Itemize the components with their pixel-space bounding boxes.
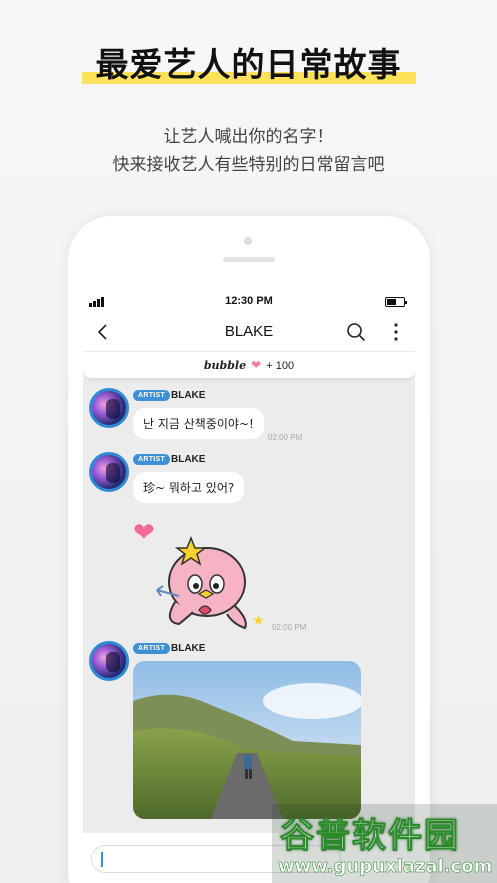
- promo-headline: 最爱艺人的日常故事: [81, 38, 416, 86]
- promo-subtitle-line2: 快来接收艺人有些特别的日常留言吧: [112, 155, 385, 175]
- star-icon: ★: [252, 612, 265, 628]
- more-vertical-icon[interactable]: [391, 322, 401, 342]
- artist-tag: ARTIST: [133, 390, 171, 401]
- chat-screen: 12:30 PM BLAKE bubble ❤ + 100 ARTIST BLA…: [83, 292, 415, 883]
- sender-name: BLAKE: [171, 390, 206, 401]
- promo-subtitle-line1: 让艺人喊出你的名字！: [163, 127, 334, 147]
- chat-nav-bar: BLAKE: [83, 312, 415, 352]
- watermark-title: 谷普软件园: [280, 816, 460, 857]
- bubble-label: bubble: [203, 359, 247, 372]
- heart-icon: ❤: [251, 358, 262, 372]
- artist-tag: ARTIST: [133, 454, 171, 465]
- sender-name: BLAKE: [171, 643, 206, 654]
- status-bar: 12:30 PM: [83, 292, 415, 312]
- message-bubble[interactable]: 珍~ 뭐하고 있어?: [133, 472, 245, 503]
- message-bubble[interactable]: 난 지금 산책중이야~!: [133, 408, 264, 439]
- message-photo[interactable]: [133, 661, 361, 819]
- avatar[interactable]: [89, 641, 129, 681]
- artist-tag: ARTIST: [133, 643, 171, 654]
- octopus-sticker[interactable]: [149, 530, 267, 630]
- text-cursor: [101, 852, 103, 867]
- status-time: 12:30 PM: [225, 295, 273, 307]
- promo-headline-wrap: 最爱艺人的日常故事: [0, 38, 497, 86]
- bubble-count-bar[interactable]: bubble ❤ + 100: [83, 352, 415, 378]
- sender-name: BLAKE: [171, 454, 206, 465]
- search-icon[interactable]: [346, 322, 366, 342]
- message-time: 02:00 PM: [272, 623, 307, 632]
- avatar[interactable]: [89, 452, 129, 492]
- battery-icon: [385, 297, 407, 307]
- avatar[interactable]: [89, 388, 129, 428]
- bubble-count: + 100: [266, 360, 295, 372]
- site-watermark: 谷普软件园 www.gupuxlazal.com: [272, 804, 497, 883]
- message-time: 02:00 PM: [268, 433, 303, 442]
- phone-speaker: [223, 257, 275, 262]
- watermark-url: www.gupuxlazal.com: [278, 856, 493, 878]
- phone-camera: [244, 237, 252, 245]
